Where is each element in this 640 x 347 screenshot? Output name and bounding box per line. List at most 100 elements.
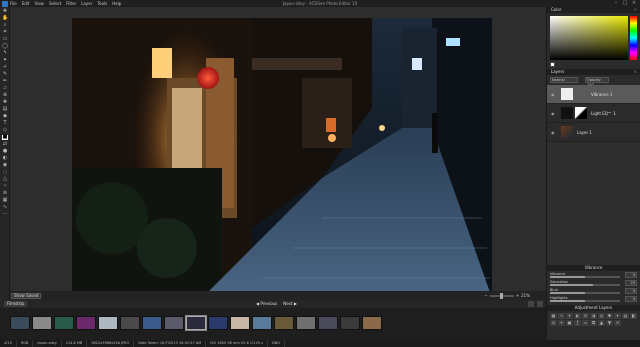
adjust-value[interactable]: 0 [625, 272, 637, 278]
filmstrip-tab[interactable]: Filmstrip [4, 301, 28, 307]
blur-icon[interactable]: ◌ [2, 170, 8, 175]
smudge-icon[interactable]: ☜ [2, 184, 8, 189]
zoom-tool-icon[interactable]: ⌕ [2, 23, 8, 28]
exposure-adjust-icon[interactable]: ☀ [566, 313, 573, 319]
adjust-slider[interactable] [550, 300, 620, 302]
more-tools-icon[interactable]: ⋯ [2, 212, 8, 217]
next-button[interactable]: Next ▶ [283, 301, 297, 307]
mask-icon[interactable]: ▣ [566, 320, 573, 326]
adjust-value[interactable]: 25 [625, 280, 637, 286]
delete-layer-icon[interactable]: ✕ [614, 320, 621, 326]
color-balance-icon[interactable]: ⚖ [582, 313, 589, 319]
view-thumbs-icon[interactable] [528, 301, 534, 307]
zoom-out-icon[interactable]: − [484, 293, 487, 298]
adjust-value[interactable]: 0 [625, 288, 637, 294]
menu-tools[interactable]: Tools [97, 1, 107, 6]
filmstrip-thumbnail[interactable] [142, 316, 162, 330]
close-icon[interactable]: × [631, 1, 637, 6]
zoom-in-icon[interactable]: + [516, 293, 519, 298]
fx-icon[interactable]: ƒ [574, 320, 581, 326]
filmstrip-thumbnail[interactable] [164, 316, 184, 330]
photo-filter-icon[interactable]: ◎ [598, 313, 605, 319]
minimize-icon[interactable]: – [613, 1, 619, 6]
shape-tool-icon[interactable]: ◇ [2, 128, 8, 133]
visibility-eye-icon[interactable]: ◉ [551, 111, 555, 116]
zoom-slider[interactable] [489, 292, 514, 299]
crop-tool-icon[interactable]: ⌗ [2, 30, 8, 35]
menu-select[interactable]: Select [49, 1, 61, 6]
invert-icon[interactable]: ⊘ [550, 320, 557, 326]
filmstrip-thumbnail[interactable] [230, 316, 250, 330]
vibrance-adjust-icon[interactable]: ✦ [614, 313, 621, 319]
clone-icon[interactable]: ⊕ [2, 93, 8, 98]
foreground-color-icon[interactable]: ■ [2, 135, 8, 140]
curves-adjust-icon[interactable]: ∿ [558, 313, 565, 319]
brush-icon[interactable]: ✎ [2, 72, 8, 77]
filmstrip-thumbnail[interactable] [296, 316, 316, 330]
menu-view[interactable]: View [34, 1, 44, 6]
adjust-slider[interactable] [550, 284, 620, 286]
app-logo-icon[interactable] [2, 0, 8, 7]
zoom-slider-thumb[interactable] [499, 292, 503, 299]
maximize-icon[interactable]: □ [622, 1, 628, 6]
ellipse-select-icon[interactable]: ◯ [2, 44, 8, 49]
sharpen-icon[interactable]: △ [2, 177, 8, 182]
adjust-slider[interactable] [550, 276, 620, 278]
red-eye-icon[interactable]: ◉ [2, 163, 8, 168]
move-down-icon[interactable]: ▼ [606, 320, 613, 326]
hsl-adjust-icon[interactable]: ◐ [574, 313, 581, 319]
filmstrip-thumbnail[interactable] [274, 316, 294, 330]
fill-icon[interactable]: ◆ [2, 114, 8, 119]
zoom-value[interactable]: 21% [521, 293, 530, 298]
photo-canvas[interactable] [72, 18, 492, 298]
light-eq-icon[interactable]: ✺ [606, 313, 613, 319]
adjust-value[interactable]: 0 [625, 296, 637, 302]
text-tool-icon[interactable]: T [2, 121, 8, 126]
filmstrip-thumbnail[interactable] [120, 316, 140, 330]
filmstrip-thumbnail[interactable] [362, 316, 382, 330]
move-up-icon[interactable]: ▲ [598, 320, 605, 326]
levels-icon[interactable]: ▦ [2, 198, 8, 203]
filmstrip-thumbnail[interactable] [76, 316, 96, 330]
show-saved-button[interactable]: Show Saved [11, 293, 42, 299]
move-tool-icon[interactable]: ✥ [2, 9, 8, 14]
filmstrip-thumbnail[interactable] [318, 316, 338, 330]
pencil-icon[interactable]: ✏ [2, 79, 8, 84]
levels-adjust-icon[interactable]: ▦ [550, 313, 557, 319]
hand-tool-icon[interactable]: ✋ [2, 16, 8, 21]
view-settings-icon[interactable] [537, 301, 543, 307]
filmstrip-thumbnail[interactable] [340, 316, 360, 330]
sponge-icon[interactable]: ⊚ [2, 191, 8, 196]
layer-row-vibrance[interactable]: ◉ Vibrance 1 [547, 85, 640, 104]
menu-help[interactable]: Help [112, 1, 121, 6]
menu-file[interactable]: File [10, 1, 17, 6]
dodge-icon[interactable]: ● [2, 149, 8, 154]
eraser-icon[interactable]: ▱ [2, 86, 8, 91]
menu-layer[interactable]: Layer [81, 1, 92, 6]
adjust-slider[interactable] [550, 292, 620, 294]
layer-row-layer-1[interactable]: ◉ Layer 1 [547, 123, 640, 142]
current-color-swatch[interactable] [550, 62, 555, 67]
layer-row-light-eq[interactable]: ◉ Light EQ™ 1 [547, 104, 640, 123]
hue-slider[interactable] [630, 16, 637, 60]
duplicate-icon[interactable]: ⧉ [590, 320, 597, 326]
new-layer-icon[interactable]: + [558, 320, 565, 326]
filmstrip-thumbnail[interactable] [208, 316, 228, 330]
color-picker-square[interactable] [550, 16, 628, 60]
previous-button[interactable]: ◀ Previous [256, 301, 277, 307]
swap-colors-icon[interactable]: ⇄ [2, 142, 8, 147]
filmstrip-thumbnail[interactable] [185, 315, 207, 331]
visibility-eye-icon[interactable]: ◉ [551, 92, 555, 97]
menu-filter[interactable]: Filter [66, 1, 76, 6]
menu-edit[interactable]: Edit [22, 1, 30, 6]
filmstrip-thumbnail[interactable] [54, 316, 74, 330]
opacity-field[interactable]: Opacity: 100 [585, 77, 609, 87]
gradient-icon[interactable]: ▤ [2, 107, 8, 112]
filmstrip-thumbnail[interactable] [10, 316, 30, 330]
magic-wand-icon[interactable]: ✦ [2, 58, 8, 63]
rect-select-icon[interactable]: ▭ [2, 37, 8, 42]
heal-icon[interactable]: ✚ [2, 100, 8, 105]
bw-adjust-icon[interactable]: ◑ [590, 313, 597, 319]
blend-mode-select[interactable]: Normal [550, 77, 578, 83]
threshold-icon[interactable]: ◧ [630, 313, 637, 319]
